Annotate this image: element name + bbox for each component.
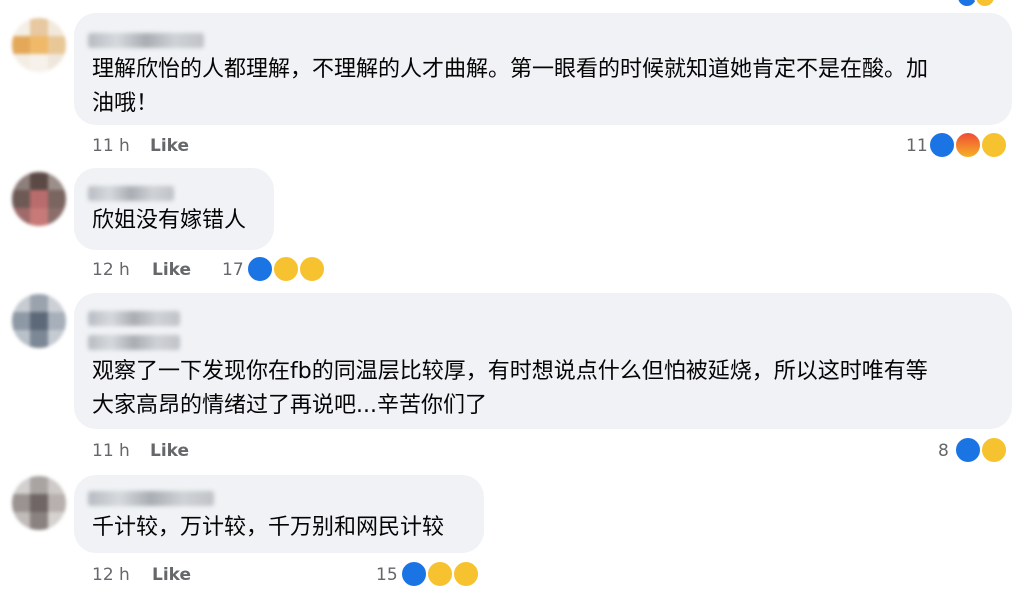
commenter-name (88, 335, 180, 350)
reaction-count: 11 (906, 136, 928, 156)
comment-bubble: 欣姐没有嫁错人 (74, 168, 274, 250)
commenter-name[interactable] (88, 33, 204, 48)
avatar[interactable] (12, 172, 66, 226)
like-link[interactable]: Like (150, 441, 189, 461)
haha-icon (272, 255, 300, 283)
like-link[interactable]: Like (152, 565, 191, 585)
commenter-name[interactable] (88, 311, 180, 326)
comment-bubble: 千计较，万计较，千万别和网民计较 (74, 475, 484, 553)
angry-icon (954, 131, 982, 159)
comment-text-line: 观察了一下发现你在fb的同温层比较厚，有时想说点什么但怕被延烧，所以这时唯有等 (92, 359, 928, 384)
reaction-count: 17 (222, 260, 244, 280)
avatar[interactable] (12, 476, 66, 530)
comment-timestamp[interactable]: 12 h (92, 260, 130, 280)
avatar[interactable] (12, 294, 66, 348)
comment-bubble: 理解欣怡的人都理解，不理解的人才曲解。第一眼看的时候就知道她肯定不是在酸。加 油… (74, 13, 1012, 125)
care-icon (298, 255, 326, 283)
like-link[interactable]: Like (152, 260, 191, 280)
care-icon (980, 131, 1008, 159)
like-icon (928, 131, 956, 159)
like-link[interactable]: Like (150, 136, 189, 156)
comment-text-line: 千计较，万计较，千万别和网民计较 (92, 515, 445, 540)
comment-timestamp[interactable]: 12 h (92, 565, 130, 585)
comment-text-line: 油哦！ (92, 91, 159, 116)
comment-text-line: 欣姐没有嫁错人 (92, 208, 247, 233)
comment-text-line: 大家高昂的情绪过了再说吧...辛苦你们了 (92, 393, 487, 418)
commenter-name[interactable] (88, 186, 174, 201)
reaction-count: 8 (938, 441, 949, 461)
comment-text-line: 理解欣怡的人都理解，不理解的人才曲解。第一眼看的时候就知道她肯定不是在酸。加 (92, 57, 929, 82)
like-icon (246, 255, 274, 283)
care-icon (974, 0, 996, 8)
care-icon (452, 560, 480, 588)
like-icon (400, 560, 428, 588)
care-icon (980, 436, 1008, 464)
like-icon (954, 436, 982, 464)
haha-icon (426, 560, 454, 588)
comment-timestamp[interactable]: 11 h (92, 136, 130, 156)
reaction-count: 15 (376, 565, 398, 585)
avatar[interactable] (12, 18, 66, 72)
comment-bubble: 观察了一下发现你在fb的同温层比较厚，有时想说点什么但怕被延烧，所以这时唯有等 … (74, 293, 1012, 429)
commenter-name[interactable] (88, 491, 214, 506)
comment-timestamp[interactable]: 11 h (92, 441, 130, 461)
